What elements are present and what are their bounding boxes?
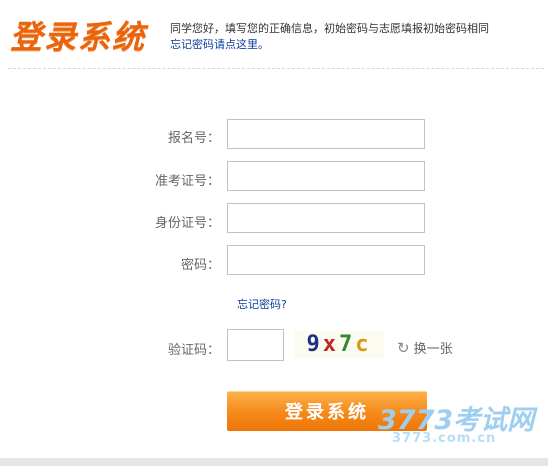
id-number-input[interactable] (227, 203, 425, 233)
id-number-label: 身份证号： (154, 216, 220, 231)
forgot-password-link[interactable]: 忘记密码? (237, 296, 287, 312)
captcha-input[interactable] (227, 329, 284, 361)
refresh-captcha-label: 换一张 (413, 342, 453, 357)
registration-number-input[interactable] (227, 119, 425, 149)
watermark-url: 3773.com.cn (392, 431, 497, 446)
registration-number-label: 报名号： (167, 131, 220, 146)
captcha-image[interactable]: 9x7c (294, 331, 384, 359)
captcha-label: 验证码： (167, 343, 220, 358)
notice-text: 同学您好，填写您的正确信息，初始密码与志愿填报初始密码相同 (170, 22, 489, 35)
refresh-icon: ↻ (397, 339, 410, 357)
login-notice: 同学您好，填写您的正确信息，初始密码与志愿填报初始密码相同 忘记密码请点这里。 (170, 21, 530, 53)
footer-bar (0, 458, 548, 466)
password-label: 密码： (180, 258, 220, 273)
captcha-char: c (355, 332, 372, 357)
refresh-captcha-button[interactable]: ↻ 换一张 (397, 338, 453, 357)
captcha-char: 7 (339, 332, 356, 357)
header-divider (8, 68, 544, 69)
password-input[interactable] (227, 245, 425, 275)
captcha-char: x (322, 332, 339, 357)
captcha-char: 9 (306, 332, 323, 357)
forgot-password-hint-link[interactable]: 忘记密码请点这里。 (170, 38, 269, 51)
page-title: 登录系统 (10, 18, 147, 56)
admission-ticket-label: 准考证号： (154, 174, 220, 189)
admission-ticket-input[interactable] (227, 161, 425, 191)
